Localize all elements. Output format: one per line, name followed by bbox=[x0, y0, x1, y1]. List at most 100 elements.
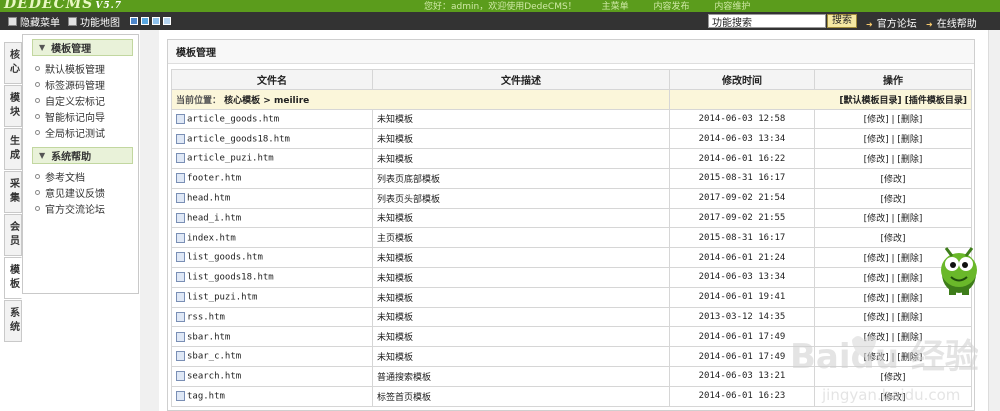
vertical-tabs: 核心 模块 生成 采集 会员 模板 系统 bbox=[4, 42, 22, 343]
modified-time: 2014-06-01 16:23 bbox=[669, 385, 815, 407]
site-map-button[interactable]: 功能地图 bbox=[68, 14, 120, 29]
file-name-cell[interactable]: footer.htm bbox=[171, 167, 373, 189]
main-panel: 模板管理 文件名 文件描述 修改时间 操作 当前位置： 核心模板 > meili… bbox=[167, 39, 975, 411]
collapse-triangle-icon: ▼ bbox=[39, 43, 46, 52]
sidebar-item[interactable]: 默认模板管理 bbox=[23, 60, 138, 76]
sidebar-item[interactable]: 参考文档 bbox=[23, 168, 138, 184]
modified-time: 2014-06-03 13:34 bbox=[669, 266, 815, 288]
file-name[interactable]: tag.htm bbox=[187, 391, 225, 401]
file-name[interactable]: list_goods18.htm bbox=[187, 273, 274, 283]
template-dir-links[interactable]: [默认模板目录] [插件模板目录] bbox=[669, 88, 972, 110]
forum-link[interactable]: ➜ 官方论坛 bbox=[866, 15, 917, 30]
file-name-cell[interactable]: search.htm bbox=[171, 365, 373, 387]
bullet-icon bbox=[35, 205, 40, 211]
file-name-cell[interactable]: tag.htm bbox=[171, 385, 373, 407]
file-name[interactable]: head.htm bbox=[187, 193, 230, 203]
top-link-content-maintain[interactable]: 内容维护 bbox=[714, 2, 750, 12]
file-name[interactable]: sbar_c.htm bbox=[187, 352, 241, 362]
file-name-cell[interactable]: article_puzi.htm bbox=[171, 148, 373, 169]
file-description: 列表页底部模板 bbox=[372, 167, 670, 189]
file-name-cell[interactable]: list_goods18.htm bbox=[171, 266, 373, 288]
file-name[interactable]: sbar.htm bbox=[187, 332, 230, 342]
collapse-triangle-icon: ▼ bbox=[39, 151, 46, 160]
file-name-cell[interactable]: list_goods.htm bbox=[171, 247, 373, 268]
hide-menu-button[interactable]: 隐藏菜单 bbox=[8, 14, 60, 29]
toolbar: 隐藏菜单 功能地图 搜索 ➜官方论坛 ➜在线帮助 bbox=[0, 12, 1000, 30]
dedecms-logo: DEDECMS V5.7 bbox=[4, 0, 122, 12]
sidebar-item[interactable]: 意见建议反馈 bbox=[23, 184, 138, 200]
vtab-6[interactable]: 模板 bbox=[4, 257, 22, 299]
vtab-5[interactable]: 会员 bbox=[4, 214, 22, 256]
sidebar-item[interactable]: 官方交流论坛 bbox=[23, 200, 138, 216]
sidebar-item[interactable]: 标签源码管理 bbox=[23, 76, 138, 92]
sidebar-item[interactable]: 自定义宏标记 bbox=[23, 92, 138, 108]
skin-swatch-2[interactable] bbox=[141, 17, 149, 25]
top-link-content-publish[interactable]: 内容发布 bbox=[653, 2, 689, 12]
table-row: tag.htm 标签首页模板 2014-06-01 16:23 [修改] bbox=[171, 385, 972, 407]
modified-time: 2015-08-31 16:17 bbox=[669, 227, 815, 249]
row-actions[interactable]: [修改] bbox=[814, 365, 972, 387]
bullet-icon bbox=[35, 173, 40, 179]
file-name-cell[interactable]: article_goods18.htm bbox=[171, 128, 373, 150]
file-name-cell[interactable]: list_puzi.htm bbox=[171, 286, 373, 308]
search-input[interactable] bbox=[708, 14, 826, 28]
row-actions[interactable]: [修改] | [删除] bbox=[814, 306, 972, 328]
file-name-cell[interactable]: article_goods.htm bbox=[171, 108, 373, 130]
file-name[interactable]: head_i.htm bbox=[187, 213, 241, 223]
file-name-cell[interactable]: head_i.htm bbox=[171, 207, 373, 229]
vtab-3[interactable]: 生成 bbox=[4, 128, 22, 170]
sidebar-section-title: 系统帮助 bbox=[51, 152, 92, 163]
row-actions[interactable]: [修改] | [删除] bbox=[814, 326, 972, 348]
file-icon bbox=[176, 232, 185, 243]
modified-time: 2014-06-03 12:58 bbox=[669, 108, 815, 130]
skin-swatch-1[interactable] bbox=[130, 17, 138, 25]
table-row: head_i.htm 未知模板 2017-09-02 21:55 [修改] | [删除… bbox=[171, 207, 972, 229]
file-icon bbox=[176, 133, 185, 144]
file-name-cell[interactable]: sbar_c.htm bbox=[171, 346, 373, 367]
row-actions[interactable]: [修改] | [删除] bbox=[814, 207, 972, 229]
modified-time: 2014-06-03 13:21 bbox=[669, 365, 815, 387]
sidebar-section-header[interactable]: ▼ 系统帮助 bbox=[32, 147, 133, 164]
row-actions[interactable]: [修改] bbox=[814, 385, 972, 407]
page-title: 模板管理 bbox=[168, 40, 974, 64]
row-actions[interactable]: [修改] bbox=[814, 167, 972, 189]
row-actions[interactable]: [修改] | [删除] bbox=[814, 346, 972, 367]
sidebar-item[interactable]: 全局标记测试 bbox=[23, 124, 138, 140]
vtab-2[interactable]: 模块 bbox=[4, 85, 22, 127]
file-name[interactable]: search.htm bbox=[187, 372, 241, 382]
vtab-7[interactable]: 系统 bbox=[4, 300, 22, 342]
file-name-cell[interactable]: index.htm bbox=[171, 227, 373, 249]
file-icon bbox=[176, 212, 185, 223]
sidebar-section-title: 模板管理 bbox=[51, 44, 92, 55]
vtab-1[interactable]: 核心 bbox=[4, 42, 22, 84]
file-name-cell[interactable]: head.htm bbox=[171, 187, 373, 209]
file-name[interactable]: list_puzi.htm bbox=[187, 292, 257, 302]
top-link-main-menu[interactable]: 主菜单 bbox=[602, 2, 629, 12]
help-link[interactable]: ➜ 在线帮助 bbox=[926, 15, 977, 30]
row-actions[interactable]: [修改] | [删除] bbox=[814, 108, 972, 130]
sidebar-section-header[interactable]: ▼ 模板管理 bbox=[32, 39, 133, 56]
file-description: 未知模板 bbox=[372, 306, 670, 328]
location-path[interactable]: 核心模板 > meilire bbox=[224, 96, 309, 106]
file-name-cell[interactable]: sbar.htm bbox=[171, 326, 373, 348]
file-name[interactable]: footer.htm bbox=[187, 174, 241, 184]
file-name[interactable]: rss.htm bbox=[187, 312, 225, 322]
row-actions[interactable]: [修改] | [删除] bbox=[814, 128, 972, 150]
modified-time: 2014-06-01 16:22 bbox=[669, 148, 815, 169]
file-name[interactable]: article_goods.htm bbox=[187, 114, 279, 124]
file-name[interactable]: index.htm bbox=[187, 233, 236, 243]
file-name[interactable]: list_goods.htm bbox=[187, 253, 263, 263]
skin-swatch-3[interactable] bbox=[152, 17, 160, 25]
sidebar-item[interactable]: 智能标记向导 bbox=[23, 108, 138, 124]
row-actions[interactable]: [修改] | [删除] bbox=[814, 148, 972, 169]
row-actions[interactable]: [修改] bbox=[814, 187, 972, 209]
modified-time: 2014-06-01 19:41 bbox=[669, 286, 815, 308]
bullet-icon bbox=[35, 97, 40, 103]
file-name[interactable]: article_goods18.htm bbox=[187, 134, 290, 144]
file-name-cell[interactable]: rss.htm bbox=[171, 306, 373, 328]
skin-swatch-4[interactable] bbox=[163, 17, 171, 25]
file-icon bbox=[176, 153, 185, 164]
file-name[interactable]: article_puzi.htm bbox=[187, 154, 274, 164]
vtab-4[interactable]: 采集 bbox=[4, 171, 22, 213]
search-button[interactable]: 搜索 bbox=[827, 14, 857, 28]
